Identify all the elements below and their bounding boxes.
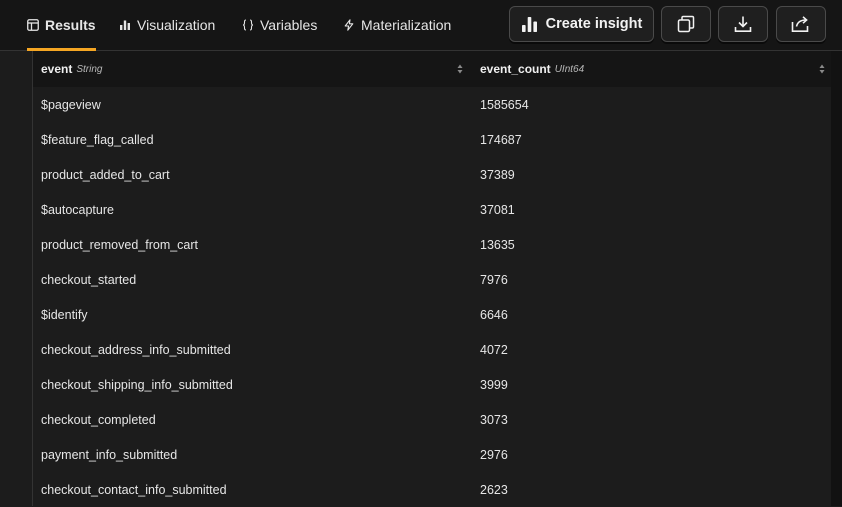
tab-label: Visualization bbox=[137, 17, 216, 33]
download-button[interactable] bbox=[718, 6, 768, 42]
cell-event-count[interactable]: 3073 bbox=[480, 402, 508, 437]
table-row[interactable]: $feature_flag_called 174687 bbox=[33, 122, 831, 157]
cell-event[interactable]: $pageview bbox=[41, 87, 101, 122]
tab-materialization[interactable]: Materialization bbox=[343, 0, 451, 50]
cell-event[interactable]: $autocapture bbox=[41, 192, 114, 227]
table-row[interactable]: checkout_address_info_submitted 4072 bbox=[33, 332, 831, 367]
download-icon bbox=[734, 16, 752, 32]
column-name: event_count bbox=[480, 62, 551, 76]
cell-event-count[interactable]: 4072 bbox=[480, 332, 508, 367]
column-name: event bbox=[41, 62, 73, 76]
row-gutter bbox=[0, 51, 32, 506]
cell-event-count[interactable]: 7976 bbox=[480, 262, 508, 297]
cell-event-count[interactable]: 3999 bbox=[480, 367, 508, 402]
sort-icon[interactable] bbox=[457, 63, 463, 75]
cell-event-count[interactable]: 37389 bbox=[480, 157, 515, 192]
cell-event[interactable]: checkout_shipping_info_submitted bbox=[41, 367, 233, 402]
cell-event[interactable]: checkout_address_info_submitted bbox=[41, 332, 231, 367]
table-row[interactable]: $identify 6646 bbox=[33, 297, 831, 332]
share-icon bbox=[791, 16, 809, 32]
table-row[interactable]: $pageview 1585654 bbox=[33, 87, 831, 122]
cell-event[interactable]: product_added_to_cart bbox=[41, 157, 170, 192]
table-row[interactable]: product_added_to_cart 37389 bbox=[33, 157, 831, 192]
cell-event[interactable]: checkout_contact_info_submitted bbox=[41, 472, 227, 507]
create-insight-button[interactable]: Create insight bbox=[509, 6, 654, 42]
tab-label: Materialization bbox=[361, 17, 452, 33]
tab-visualization[interactable]: Visualization bbox=[119, 0, 215, 50]
table-row[interactable]: checkout_completed 3073 bbox=[33, 402, 831, 437]
table-row[interactable]: $autocapture 37081 bbox=[33, 192, 831, 227]
bar-chart-icon bbox=[521, 16, 537, 32]
results-table: event String event_count UInt64 $pagevie… bbox=[0, 51, 842, 507]
table-icon bbox=[27, 19, 39, 31]
cell-event[interactable]: $feature_flag_called bbox=[41, 122, 154, 157]
copy-icon bbox=[677, 15, 695, 33]
cell-event-count[interactable]: 13635 bbox=[480, 227, 515, 262]
cell-event-count[interactable]: 6646 bbox=[480, 297, 508, 332]
cell-event[interactable]: $identify bbox=[41, 297, 88, 332]
table-row[interactable]: checkout_shipping_info_submitted 3999 bbox=[33, 367, 831, 402]
braces-icon bbox=[242, 19, 254, 31]
column-type: UInt64 bbox=[554, 63, 585, 75]
tab-label: Variables bbox=[260, 17, 318, 33]
column-header-event-count[interactable]: event_count UInt64 bbox=[480, 51, 584, 87]
table-header: event String event_count UInt64 bbox=[33, 51, 831, 87]
tab-label: Results bbox=[45, 17, 96, 33]
bolt-icon bbox=[344, 19, 354, 31]
column-header-event[interactable]: event String bbox=[41, 51, 102, 87]
sort-icon[interactable] bbox=[819, 63, 825, 75]
cell-event[interactable]: checkout_started bbox=[41, 262, 136, 297]
cell-event-count[interactable]: 37081 bbox=[480, 192, 515, 227]
table-row[interactable]: checkout_contact_info_submitted 2623 bbox=[33, 472, 831, 507]
create-insight-label: Create insight bbox=[545, 16, 643, 32]
copy-button[interactable] bbox=[661, 6, 711, 42]
cell-event[interactable]: product_removed_from_cart bbox=[41, 227, 198, 262]
cell-event[interactable]: payment_info_submitted bbox=[41, 437, 177, 472]
tab-variables[interactable]: Variables bbox=[242, 0, 317, 50]
cell-event-count[interactable]: 1585654 bbox=[480, 87, 529, 122]
table-row[interactable]: product_removed_from_cart 13635 bbox=[33, 227, 831, 262]
results-toolbar: Results Visualization Variables Material… bbox=[0, 0, 842, 51]
bar-chart-icon bbox=[120, 20, 130, 30]
table-row[interactable]: checkout_started 7976 bbox=[33, 262, 831, 297]
column-type: String bbox=[76, 63, 103, 75]
cell-event-count[interactable]: 174687 bbox=[480, 122, 522, 157]
tab-results[interactable]: Results bbox=[27, 0, 96, 51]
cell-event[interactable]: checkout_completed bbox=[41, 402, 156, 437]
cell-event-count[interactable]: 2623 bbox=[480, 472, 508, 507]
share-button[interactable] bbox=[776, 6, 826, 42]
cell-event-count[interactable]: 2976 bbox=[480, 437, 508, 472]
scrollbar[interactable] bbox=[831, 51, 842, 506]
table-row[interactable]: payment_info_submitted 2976 bbox=[33, 437, 831, 472]
